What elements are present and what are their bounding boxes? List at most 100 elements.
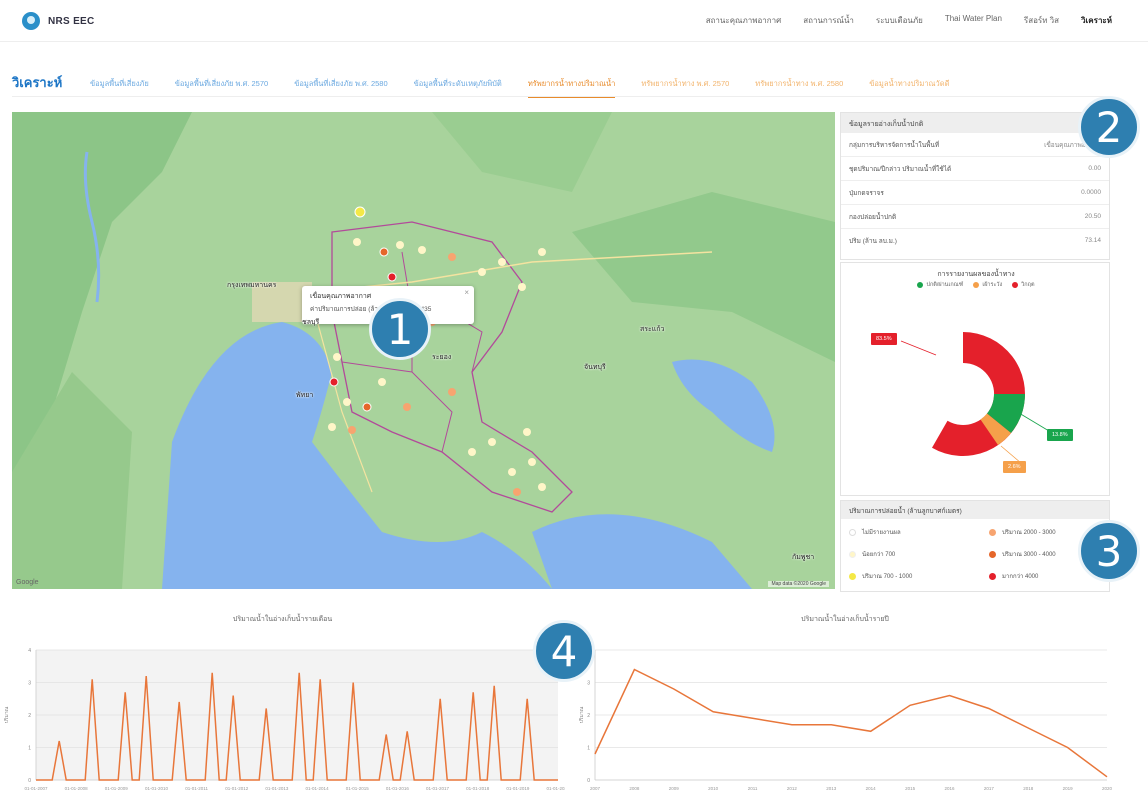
monthly-water-chart: ปริมาณน้ำในอ่างเก็บน้ำรายเดือน 0 1 2 3 4 ปริม… xyxy=(0,614,565,801)
x-tick-label: 2020 xyxy=(1102,786,1113,791)
scale-item: ปริมาณ 700 - 1000 xyxy=(849,571,989,581)
tab-disaster-level[interactable]: ข้อมูลพื้นที่ระดับเหตุภัยพิบัติ xyxy=(414,78,502,98)
x-tick-label: 2014 xyxy=(866,786,877,791)
x-tick-label: 01-01-2013 xyxy=(265,786,289,791)
nav-item-water-situation[interactable]: สถานการณ์น้ำ xyxy=(803,14,854,27)
info-panel-header: ข้อมูลรายอ่างเก็บน้ำปกติ xyxy=(841,113,1109,132)
close-icon[interactable]: × xyxy=(464,288,469,297)
x-tick-label: 2013 xyxy=(826,786,837,791)
callout-badge-4: 4 xyxy=(533,620,595,682)
discharge-scale-panel: ปริมาณการปล่อยน้ำ (ล้านลูกบาศก์เมตร) ไม่… xyxy=(840,500,1110,592)
google-logo: Google xyxy=(16,579,39,586)
scale-swatch xyxy=(849,528,856,536)
info-row: ปริม (ล้าน ลบ.ม.) 73.14 xyxy=(841,228,1109,252)
scale-swatch xyxy=(989,550,996,558)
info-label: กองปล่อยน้ำปกติ xyxy=(849,213,897,221)
y-tick-label: 0 xyxy=(587,778,590,784)
info-label: กลุ่มการบริหารจัดการน้ำในพื้นที่ xyxy=(849,141,940,149)
donut-chart xyxy=(900,332,1050,464)
x-tick-label: 2011 xyxy=(748,786,758,791)
logo-text: NRS EEC xyxy=(48,15,95,27)
x-tick-label: 01-01-2019 xyxy=(506,786,530,791)
y-tick-label: 1 xyxy=(28,746,31,752)
scale-swatch xyxy=(989,572,996,580)
x-tick-label: 2007 xyxy=(590,786,601,791)
x-tick-label: 01-01-2010 xyxy=(145,786,169,791)
x-tick-label: 01-01-2014 xyxy=(306,786,330,791)
map-canvas[interactable] xyxy=(12,112,835,589)
scale-swatch xyxy=(849,572,856,580)
nav-item-resort[interactable]: รีสอร์ท วิส xyxy=(1024,14,1059,27)
x-tick-label: 2016 xyxy=(944,786,955,791)
scale-label: ปริมาณ 3000 - 4000 xyxy=(1002,552,1056,558)
info-value: 0.0000 xyxy=(1081,189,1101,196)
y-tick-label: 2 xyxy=(28,713,31,719)
callout-badge-2: 2 xyxy=(1078,96,1140,158)
reservoir-info-panel: ข้อมูลรายอ่างเก็บน้ำปกติ กลุ่มการบริหารจ… xyxy=(840,112,1110,260)
info-row: ชุดปริมาณ/ปีกล่าว ปริมาณน้ำที่ใช้ได้ 0.00 xyxy=(841,156,1109,180)
scale-item: ไม่มีรายงานผล xyxy=(849,527,989,537)
x-tick-label: 2015 xyxy=(905,786,916,791)
donut-label-critical: 83.5% xyxy=(871,333,897,345)
callout-badge-3: 3 xyxy=(1078,520,1140,582)
x-tick-label: 01-01-2007 xyxy=(24,786,48,791)
x-tick-label: 2019 xyxy=(1063,786,1074,791)
tab-risk-area-2570[interactable]: ข้อมูลพื้นที่เสี่ยงภัย พ.ศ. 2570 xyxy=(175,78,268,98)
tab-risk-area-2580[interactable]: ข้อมูลพื้นที่เสี่ยงภัย พ.ศ. 2580 xyxy=(294,78,387,98)
top-bar: NRS EEC สถานะคุณภาพอากาศ สถานการณ์น้ำ ระ… xyxy=(0,0,1148,42)
scale-panel-header: ปริมาณการปล่อยน้ำ (ล้านลูกบาศก์เมตร) xyxy=(841,501,1109,519)
yearly-chart-svg: 01234ปริมาณ20072008200920102011201220132… xyxy=(578,648,1113,791)
info-label: ชุดปริมาณ/ปีกล่าว ปริมาณน้ำที่ใช้ได้ xyxy=(849,165,952,173)
map-view[interactable]: เขื่อนคุณภาพอากาศ ค่าปริมาณการปล่อย (ล้า… xyxy=(12,112,835,589)
info-label: ปริม (ล้าน ลบ.ม.) xyxy=(849,237,897,245)
donut-label-watch: 2.6% xyxy=(1003,461,1026,473)
logo[interactable]: NRS EEC xyxy=(22,12,95,30)
x-tick-label: 2008 xyxy=(629,786,640,791)
x-tick-label: 2018 xyxy=(1023,786,1034,791)
map-credit[interactable]: Map data ©2020 Google xyxy=(768,581,829,587)
x-tick-label: 2010 xyxy=(708,786,719,791)
scale-label: มากกว่า 4000 xyxy=(1002,574,1039,580)
tab-water-resources-2580[interactable]: ทรัพยากรน้ำทาง พ.ศ. 2580 xyxy=(755,78,843,98)
y-axis-label: ปริมาณ xyxy=(578,706,585,723)
scale-swatch xyxy=(989,528,996,536)
info-row: ปุ่มกดจราจร 0.0000 xyxy=(841,180,1109,204)
map-label-pattaya: พัทยา xyxy=(296,392,314,399)
scale-label: ปริมาณ 2000 - 3000 xyxy=(1002,530,1056,536)
series-line xyxy=(594,668,1108,778)
scale-label: น้อยกว่า 700 xyxy=(862,552,896,558)
x-tick-label: 01-01-2016 xyxy=(386,786,410,791)
map-label-chonburi: ชลบุรี xyxy=(302,319,320,326)
donut-label-normal: 13.8% xyxy=(1047,429,1073,441)
x-tick-label: 01-01-2017 xyxy=(426,786,450,791)
scale-label: ไม่มีรายงานผล xyxy=(862,530,901,536)
x-tick-label: 01-01-2012 xyxy=(225,786,249,791)
info-value: 20.50 xyxy=(1084,213,1101,220)
nav-item-analysis[interactable]: วิเคราะห์ xyxy=(1081,14,1112,27)
info-label: ปุ่มกดจราจร xyxy=(849,189,884,197)
scale-label: ปริมาณ 700 - 1000 xyxy=(862,574,913,580)
x-tick-label: 2012 xyxy=(787,786,798,791)
yearly-water-chart: ปริมาณน้ำในอ่างเก็บน้ำรายปี 01234ปริมาณ2… xyxy=(575,614,1115,801)
nav-item-thai-water-plan[interactable]: Thai Water Plan xyxy=(945,14,1002,27)
tab-water-resources[interactable]: ทรัพยากรน้ำทางปริมาณน้ำ xyxy=(527,78,616,98)
y-tick-label: 2 xyxy=(587,713,590,719)
info-row: กองปล่อยน้ำปกติ 20.50 xyxy=(841,204,1109,228)
x-tick-label: 2017 xyxy=(984,786,995,791)
x-tick-label: 01-01-2020 xyxy=(546,786,565,791)
tab-water-measured[interactable]: ข้อมูลน้ำทางปริมาณวัดดี xyxy=(869,78,949,98)
tab-risk-area[interactable]: ข้อมูลพื้นที่เสี่ยงภัย xyxy=(90,78,149,98)
x-tick-label: 01-01-2011 xyxy=(185,786,208,791)
logo-icon xyxy=(22,12,40,30)
status-donut-panel: การรายงานผลของน้ำทาง ปกติ/ผ่านเกณฑ์ เฝ้า… xyxy=(840,262,1110,496)
nav-item-warning-system[interactable]: ระบบเตือนภัย xyxy=(876,14,923,27)
tab-water-resources-2570[interactable]: ทรัพยากรน้ำทาง พ.ศ. 2570 xyxy=(641,78,729,98)
analysis-tabs: ข้อมูลพื้นที่เสี่ยงภัย ข้อมูลพื้นที่เสี่… xyxy=(90,78,949,98)
y-tick-label: 4 xyxy=(28,648,31,654)
x-tick-label: 01-01-2018 xyxy=(466,786,490,791)
info-value: 73.14 xyxy=(1084,237,1101,244)
scale-swatch xyxy=(849,550,856,558)
nav-item-air-quality[interactable]: สถานะคุณภาพอากาศ xyxy=(706,14,782,27)
page-title: วิเคราะห์ xyxy=(12,75,63,90)
map-label-sakaeo: สระแก้ว xyxy=(640,326,665,333)
